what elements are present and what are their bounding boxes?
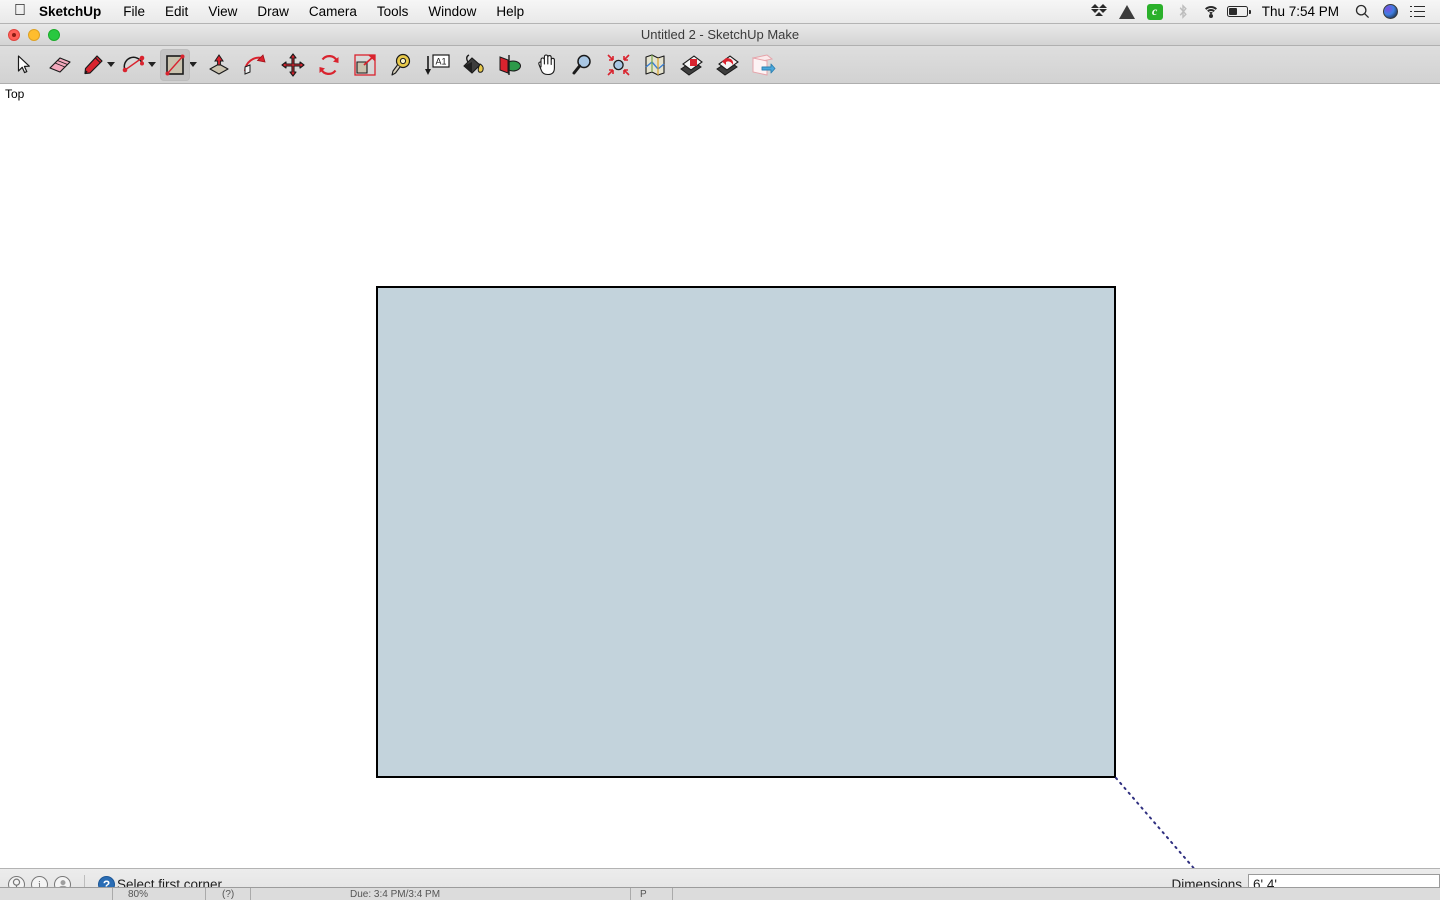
bg-cell-progress: 80% bbox=[128, 889, 149, 900]
bg-cell-p: P bbox=[640, 889, 647, 900]
search-glyph bbox=[1355, 4, 1369, 19]
scale-icon bbox=[354, 53, 376, 76]
rectangle-tool[interactable] bbox=[160, 48, 190, 81]
export-tool[interactable] bbox=[745, 49, 781, 81]
push-pull-icon bbox=[209, 53, 229, 75]
main-toolbar: A1 bbox=[0, 46, 1440, 84]
spotlight-search-icon[interactable] bbox=[1348, 0, 1376, 24]
tape-measure-tool[interactable] bbox=[383, 49, 419, 81]
zoom-extents-tool[interactable] bbox=[601, 49, 637, 81]
rectangle-tool-dropdown[interactable] bbox=[189, 62, 197, 67]
zoom-extents-icon bbox=[607, 53, 630, 76]
line-tool-dropdown[interactable] bbox=[107, 62, 115, 67]
move-tool[interactable] bbox=[275, 49, 311, 81]
paint-bucket-icon bbox=[463, 53, 484, 74]
bluetooth-icon[interactable] bbox=[1169, 0, 1197, 24]
pan-tool[interactable] bbox=[529, 49, 565, 81]
menu-draw[interactable]: Draw bbox=[247, 0, 299, 24]
rotate-icon bbox=[319, 54, 339, 75]
rotate-tool[interactable] bbox=[311, 49, 347, 81]
menu-camera[interactable]: Camera bbox=[299, 0, 367, 24]
citrix-icon[interactable]: c bbox=[1141, 0, 1169, 24]
screen:  SketchUp File Edit View Draw Camera To… bbox=[0, 0, 1440, 900]
bg-cell-flag: (?) bbox=[222, 889, 235, 900]
battery-icon[interactable] bbox=[1225, 0, 1253, 24]
sketchup-window: Untitled 2 - SketchUp Make A1 Top i ? Se… bbox=[0, 24, 1440, 900]
window-title: Untitled 2 - SketchUp Make bbox=[640, 26, 800, 42]
menu-bar-status-area: c Thu 7:54 PM bbox=[1085, 0, 1440, 24]
menu-help[interactable]: Help bbox=[486, 0, 534, 24]
move-icon bbox=[281, 52, 305, 77]
zoom-tool[interactable] bbox=[565, 49, 601, 81]
pencil-icon bbox=[84, 54, 103, 74]
drawn-rectangle[interactable] bbox=[376, 286, 1116, 778]
siri-icon[interactable] bbox=[1376, 0, 1404, 24]
menu-file[interactable]: File bbox=[113, 0, 155, 24]
hand-icon bbox=[538, 53, 555, 75]
follow-me-icon bbox=[244, 53, 266, 75]
menu-view[interactable]: View bbox=[198, 0, 247, 24]
menu-bar-clock[interactable]: Thu 7:54 PM bbox=[1253, 4, 1348, 19]
magnifier-icon bbox=[572, 54, 591, 74]
text-tool-icon: A1 bbox=[425, 53, 450, 75]
tape-measure-icon bbox=[391, 53, 411, 76]
svg-text:A1: A1 bbox=[435, 56, 446, 66]
get-models-tool[interactable] bbox=[673, 49, 709, 81]
push-pull-tool[interactable] bbox=[201, 49, 237, 81]
add-location-tool[interactable] bbox=[637, 49, 673, 81]
warehouse-stack-icon bbox=[680, 54, 703, 76]
text-tool[interactable]: A1 bbox=[419, 49, 455, 81]
apple-menu-icon[interactable]:  bbox=[14, 2, 26, 19]
bg-cell-due: Due: 3:4 PM/3:4 PM bbox=[350, 889, 441, 900]
drawing-canvas[interactable]: Top bbox=[0, 84, 1440, 868]
citrix-icon-letter: c bbox=[1146, 3, 1163, 20]
eraser-tool[interactable] bbox=[42, 49, 78, 81]
bluetooth-glyph bbox=[1179, 4, 1187, 19]
map-location-icon bbox=[645, 53, 665, 76]
rectangle-icon bbox=[165, 54, 185, 75]
mac-menu-bar:  SketchUp File Edit View Draw Camera To… bbox=[0, 0, 1440, 24]
share-model-tool[interactable] bbox=[709, 49, 745, 81]
eraser-icon bbox=[49, 56, 71, 73]
menu-sketchup[interactable]: SketchUp bbox=[39, 0, 113, 24]
arc-tool-dropdown[interactable] bbox=[148, 62, 156, 67]
window-titlebar: Untitled 2 - SketchUp Make bbox=[0, 24, 1440, 46]
dropbox-icon[interactable] bbox=[1085, 0, 1113, 24]
view-label: Top bbox=[5, 87, 25, 101]
google-drive-icon[interactable] bbox=[1113, 0, 1141, 24]
wifi-icon[interactable] bbox=[1197, 0, 1225, 24]
notification-center-icon[interactable] bbox=[1404, 0, 1432, 24]
arc-icon bbox=[122, 55, 145, 72]
export-icon bbox=[751, 53, 776, 76]
menu-window[interactable]: Window bbox=[418, 0, 486, 24]
cursor-arrow-icon bbox=[17, 54, 30, 73]
paint-bucket-tool[interactable] bbox=[455, 49, 491, 81]
scale-tool[interactable] bbox=[347, 49, 383, 81]
background-window-sliver[interactable]: 80% (?) Due: 3:4 PM/3:4 PM P bbox=[0, 887, 1440, 900]
inference-dotted-line bbox=[1115, 777, 1195, 868]
section-plane-icon bbox=[499, 54, 521, 75]
follow-me-tool[interactable] bbox=[237, 49, 273, 81]
arc-tool[interactable] bbox=[119, 49, 149, 81]
menu-tools[interactable]: Tools bbox=[367, 0, 419, 24]
share-stack-icon bbox=[716, 54, 739, 76]
select-tool[interactable] bbox=[6, 49, 42, 81]
line-tool[interactable] bbox=[78, 49, 108, 81]
section-plane-tool[interactable] bbox=[491, 49, 527, 81]
menu-edit[interactable]: Edit bbox=[155, 0, 198, 24]
